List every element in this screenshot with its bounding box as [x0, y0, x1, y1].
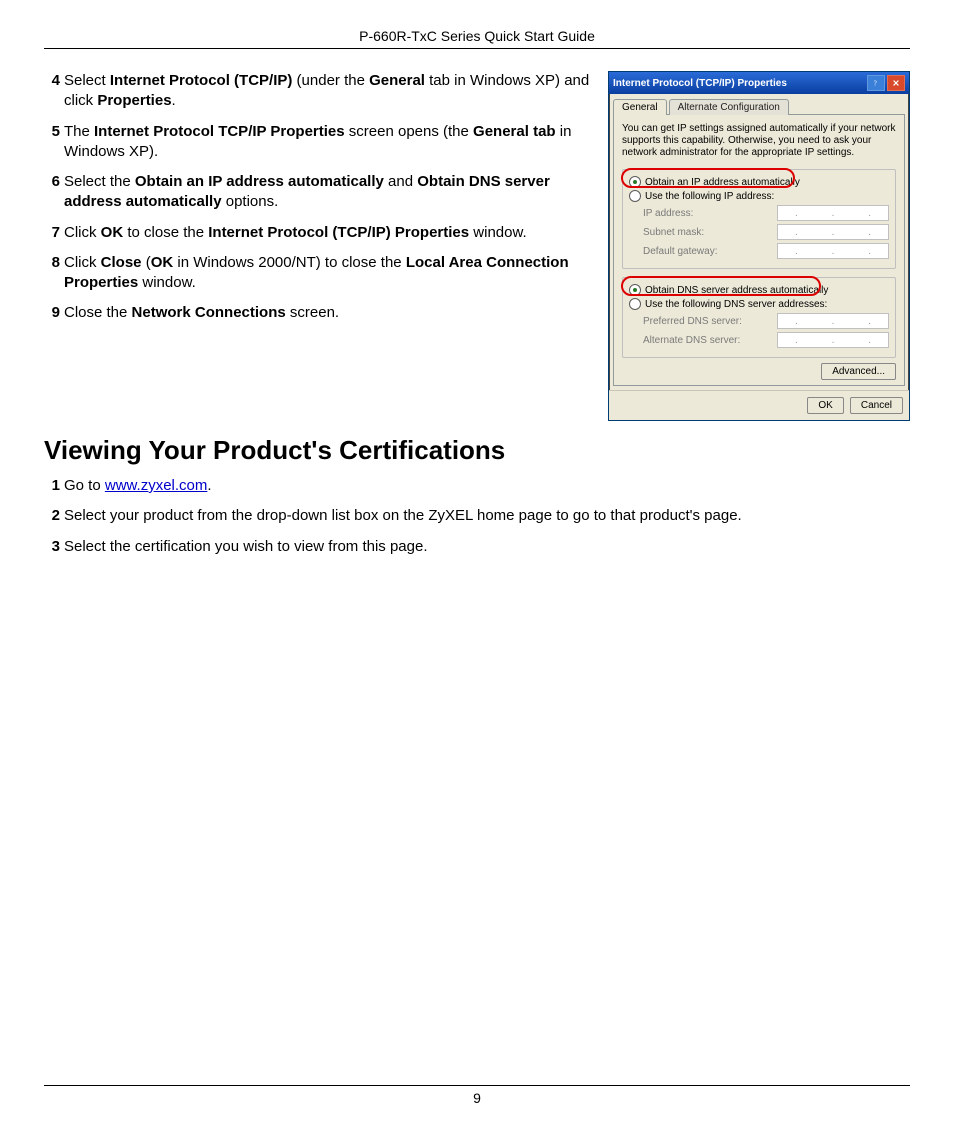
- step-4: 4 Select Internet Protocol (TCP/IP) (und…: [44, 71, 598, 112]
- ip-settings-group: Obtain an IP address automatically Use t…: [622, 169, 896, 269]
- step-6: 6 Select the Obtain an IP address automa…: [44, 172, 598, 213]
- doc-header-title: P-660R-TxC Series Quick Start Guide: [44, 28, 910, 49]
- radio-label: Use the following DNS server addresses:: [645, 299, 827, 310]
- step-body: Click Close (OK in Windows 2000/NT) to c…: [64, 253, 598, 294]
- advanced-button[interactable]: Advanced...: [821, 363, 896, 380]
- ip-input[interactable]: ...: [777, 332, 889, 348]
- step-number: 4: [44, 71, 60, 112]
- radio-icon: [629, 284, 641, 296]
- radio-label: Obtain an IP address automatically: [645, 177, 800, 188]
- ip-input[interactable]: ...: [777, 243, 889, 259]
- step-number: 8: [44, 253, 60, 294]
- ok-button[interactable]: OK: [807, 397, 843, 414]
- step-body: Select your product from the drop-down l…: [64, 506, 910, 526]
- step-9: 9 Close the Network Connections screen.: [44, 303, 598, 323]
- field-label: Alternate DNS server:: [643, 335, 777, 346]
- svg-text:?: ?: [874, 79, 877, 87]
- tab-alternate-configuration[interactable]: Alternate Configuration: [669, 99, 789, 115]
- step-number: 9: [44, 303, 60, 323]
- step-body: Select Internet Protocol (TCP/IP) (under…: [64, 71, 598, 112]
- cancel-button[interactable]: Cancel: [850, 397, 903, 414]
- tcpip-properties-dialog: Internet Protocol (TCP/IP) Properties ? …: [608, 71, 910, 421]
- step-number: 7: [44, 223, 60, 243]
- radio-label: Use the following IP address:: [645, 191, 774, 202]
- radio-icon: [629, 190, 641, 202]
- step-7: 7 Click OK to close the Internet Protoco…: [44, 223, 598, 243]
- field-alternate-dns: Alternate DNS server: ...: [643, 332, 889, 348]
- radio-use-following-dns[interactable]: Use the following DNS server addresses:: [629, 298, 889, 310]
- step-number: 5: [44, 122, 60, 163]
- dialog-description: You can get IP settings assigned automat…: [622, 123, 896, 159]
- step-number: 6: [44, 172, 60, 213]
- page-number: 9: [473, 1090, 481, 1106]
- ip-input[interactable]: ...: [777, 205, 889, 221]
- step-8: 8 Click Close (OK in Windows 2000/NT) to…: [44, 253, 598, 294]
- field-ip-address: IP address: ...: [643, 205, 889, 221]
- section-heading-certifications: Viewing Your Product's Certifications: [44, 435, 910, 466]
- tab-strip: General Alternate Configuration: [609, 94, 909, 114]
- field-preferred-dns: Preferred DNS server: ...: [643, 313, 889, 329]
- field-label: Preferred DNS server:: [643, 316, 777, 327]
- radio-obtain-ip-auto[interactable]: Obtain an IP address automatically: [629, 176, 889, 188]
- field-label: IP address:: [643, 208, 777, 219]
- dialog-title: Internet Protocol (TCP/IP) Properties: [613, 78, 867, 89]
- step-body: Click OK to close the Internet Protocol …: [64, 223, 598, 243]
- step-number: 2: [44, 506, 60, 526]
- ip-input[interactable]: ...: [777, 313, 889, 329]
- close-button[interactable]: [887, 75, 905, 91]
- dialog-footer: OK Cancel: [609, 390, 909, 420]
- field-label: Subnet mask:: [643, 227, 777, 238]
- field-subnet-mask: Subnet mask: ...: [643, 224, 889, 240]
- cert-step-3: 3 Select the certification you wish to v…: [44, 537, 910, 557]
- step-body: Go to www.zyxel.com.: [64, 476, 910, 496]
- zyxel-link[interactable]: www.zyxel.com: [105, 477, 208, 494]
- dialog-titlebar[interactable]: Internet Protocol (TCP/IP) Properties ?: [609, 72, 909, 94]
- instruction-steps: 4 Select Internet Protocol (TCP/IP) (und…: [44, 71, 608, 334]
- tab-general[interactable]: General: [613, 99, 667, 115]
- ip-input[interactable]: ...: [777, 224, 889, 240]
- radio-icon: [629, 176, 641, 188]
- radio-icon: [629, 298, 641, 310]
- step-number: 3: [44, 537, 60, 557]
- radio-obtain-dns-auto[interactable]: Obtain DNS server address automatically: [629, 284, 889, 296]
- help-button[interactable]: ?: [867, 75, 885, 91]
- step-number: 1: [44, 476, 60, 496]
- dns-settings-group: Obtain DNS server address automatically …: [622, 277, 896, 358]
- dialog-panel: You can get IP settings assigned automat…: [613, 114, 905, 386]
- step-body: Close the Network Connections screen.: [64, 303, 598, 323]
- step-body: The Internet Protocol TCP/IP Properties …: [64, 122, 598, 163]
- cert-step-1: 1 Go to www.zyxel.com.: [44, 476, 910, 496]
- field-default-gateway: Default gateway: ...: [643, 243, 889, 259]
- step-body: Select the certification you wish to vie…: [64, 537, 910, 557]
- page-footer: 9: [44, 1085, 910, 1106]
- step-body: Select the Obtain an IP address automati…: [64, 172, 598, 213]
- radio-label: Obtain DNS server address automatically: [645, 285, 828, 296]
- field-label: Default gateway:: [643, 246, 777, 257]
- radio-use-following-ip[interactable]: Use the following IP address:: [629, 190, 889, 202]
- step-5: 5 The Internet Protocol TCP/IP Propertie…: [44, 122, 598, 163]
- cert-step-2: 2 Select your product from the drop-down…: [44, 506, 910, 526]
